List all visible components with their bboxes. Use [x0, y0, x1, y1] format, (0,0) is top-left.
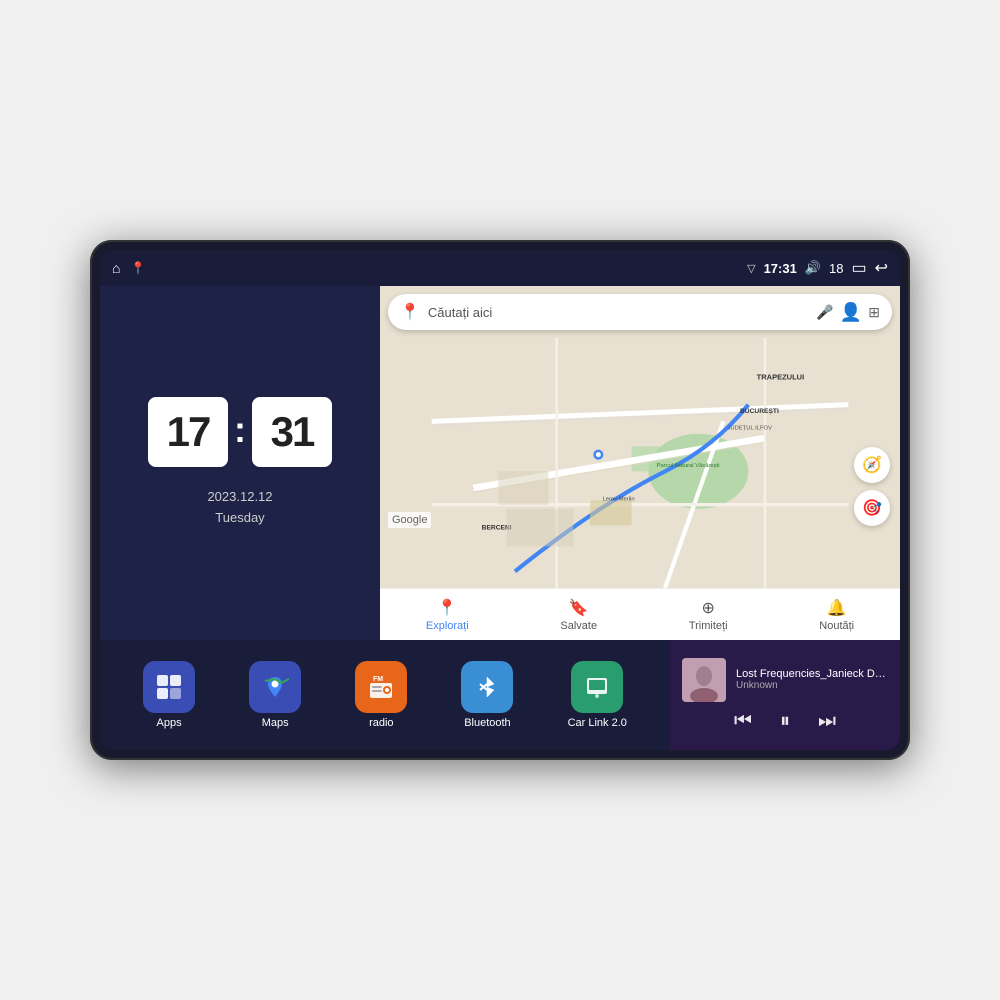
- bottom-section: Apps Maps: [100, 640, 900, 750]
- date-value: 2023.12.12: [207, 487, 272, 508]
- saved-icon: 🔖: [569, 598, 589, 618]
- maps-label: Maps: [262, 717, 289, 729]
- music-text: Lost Frequencies_Janieck Devy-... Unknow…: [736, 668, 888, 691]
- map-nav-news[interactable]: 🔔 Noutăți: [819, 598, 854, 632]
- device: ⌂ 📍 ▽ 17:31 🔊 18 ▭ ↩ 17 :: [90, 240, 910, 760]
- music-title: Lost Frequencies_Janieck Devy-...: [736, 668, 888, 680]
- bt-icon: [461, 661, 513, 713]
- music-panel: Lost Frequencies_Janieck Devy-... Unknow…: [670, 640, 900, 750]
- map-compass-button[interactable]: 🧭: [854, 447, 890, 483]
- map-area: TRAPEZULUI BUCUREȘTI JUDEȚUL ILFOV BERCE…: [380, 338, 900, 588]
- status-left: ⌂ 📍: [112, 260, 145, 276]
- map-nav-saved[interactable]: 🔖 Salvate: [560, 598, 597, 632]
- map-pin-icon: 📍: [400, 302, 420, 322]
- screen: ⌂ 📍 ▽ 17:31 🔊 18 ▭ ↩ 17 :: [100, 250, 900, 750]
- send-label: Trimiteți: [689, 620, 728, 632]
- map-nav-send[interactable]: ⊕ Trimiteți: [689, 598, 728, 632]
- music-info: Lost Frequencies_Janieck Devy-... Unknow…: [682, 658, 888, 702]
- app-item-carlink[interactable]: Car Link 2.0: [568, 661, 627, 729]
- play-pause-button[interactable]: ⏸: [780, 710, 790, 733]
- map-search-bar[interactable]: 📍 Căutați aici 🎤 👤 ⊞: [388, 294, 892, 330]
- apps-section: Apps Maps: [100, 640, 670, 750]
- carlink-icon: [571, 661, 623, 713]
- svg-text:JUDEȚUL ILFOV: JUDEȚUL ILFOV: [728, 426, 773, 432]
- map-bottom-nav: 📍 Explorați 🔖 Salvate ⊕ Trimiteți 🔔: [380, 588, 900, 640]
- map-search-actions: 🎤 👤 ⊞: [816, 302, 880, 323]
- bluetooth-label: Bluetooth: [464, 717, 510, 729]
- map-search-text[interactable]: Căutați aici: [428, 305, 808, 320]
- home-icon[interactable]: ⌂: [112, 260, 120, 276]
- grid-icon[interactable]: ⊞: [868, 304, 880, 321]
- volume-icon: 🔊: [805, 260, 821, 276]
- next-button[interactable]: ⏭: [818, 710, 836, 733]
- battery-icon: ▭: [851, 258, 866, 278]
- radio-label: radio: [369, 717, 393, 729]
- carlink-label: Car Link 2.0: [568, 717, 627, 729]
- back-icon[interactable]: ↩: [875, 258, 888, 278]
- signal-icon: ▽: [747, 262, 755, 275]
- status-right: ▽ 17:31 🔊 18 ▭ ↩: [747, 258, 888, 278]
- maps-icon: [249, 661, 301, 713]
- clock-hour: 17: [148, 397, 228, 467]
- music-artist: Unknown: [736, 680, 888, 691]
- music-controls: ⏮ ⏸ ⏭: [682, 710, 888, 733]
- volume-level: 18: [829, 261, 843, 276]
- music-thumbnail: [682, 658, 726, 702]
- news-label: Noutăți: [819, 620, 854, 632]
- radio-icon: FM: [355, 661, 407, 713]
- mic-icon[interactable]: 🎤: [816, 304, 833, 321]
- map-nav-explore[interactable]: 📍 Explorați: [426, 598, 469, 632]
- date-display: 2023.12.12 Tuesday: [207, 487, 272, 529]
- saved-label: Salvate: [560, 620, 597, 632]
- app-item-maps[interactable]: Maps: [249, 661, 301, 729]
- explore-icon: 📍: [437, 598, 457, 618]
- svg-text:Parcul Natural Văcărești: Parcul Natural Văcărești: [657, 463, 720, 469]
- prev-button[interactable]: ⏮: [734, 710, 752, 733]
- apps-label: Apps: [157, 717, 182, 729]
- apps-icon: [143, 661, 195, 713]
- clock-panel: 17 : 31 2023.12.12 Tuesday: [100, 286, 380, 640]
- svg-text:FM: FM: [373, 676, 383, 683]
- top-section: 17 : 31 2023.12.12 Tuesday 📍 Căutați aic…: [100, 286, 900, 640]
- map-location-button[interactable]: 🎯: [854, 490, 890, 526]
- account-icon[interactable]: 👤: [840, 302, 862, 323]
- app-item-bluetooth[interactable]: Bluetooth: [461, 661, 513, 729]
- map-panel[interactable]: 📍 Căutați aici 🎤 👤 ⊞: [380, 286, 900, 640]
- news-icon: 🔔: [827, 598, 847, 618]
- main-content: 17 : 31 2023.12.12 Tuesday 📍 Căutați aic…: [100, 286, 900, 750]
- clock-minute: 31: [252, 397, 332, 467]
- svg-text:BUCUREȘTI: BUCUREȘTI: [740, 408, 779, 415]
- clock-colon: :: [234, 409, 246, 451]
- location-status-icon[interactable]: 📍: [130, 261, 145, 275]
- explore-label: Explorați: [426, 620, 469, 632]
- svg-text:TRAPEZULUI: TRAPEZULUI: [757, 373, 805, 382]
- google-logo: Google: [388, 512, 431, 528]
- app-item-radio[interactable]: FM radio: [355, 661, 407, 729]
- clock-display: 17 : 31: [148, 397, 332, 467]
- send-icon: ⊕: [701, 598, 714, 618]
- app-item-apps[interactable]: Apps: [143, 661, 195, 729]
- status-time: 17:31: [764, 261, 797, 276]
- status-bar: ⌂ 📍 ▽ 17:31 🔊 18 ▭ ↩: [100, 250, 900, 286]
- day-value: Tuesday: [207, 508, 272, 529]
